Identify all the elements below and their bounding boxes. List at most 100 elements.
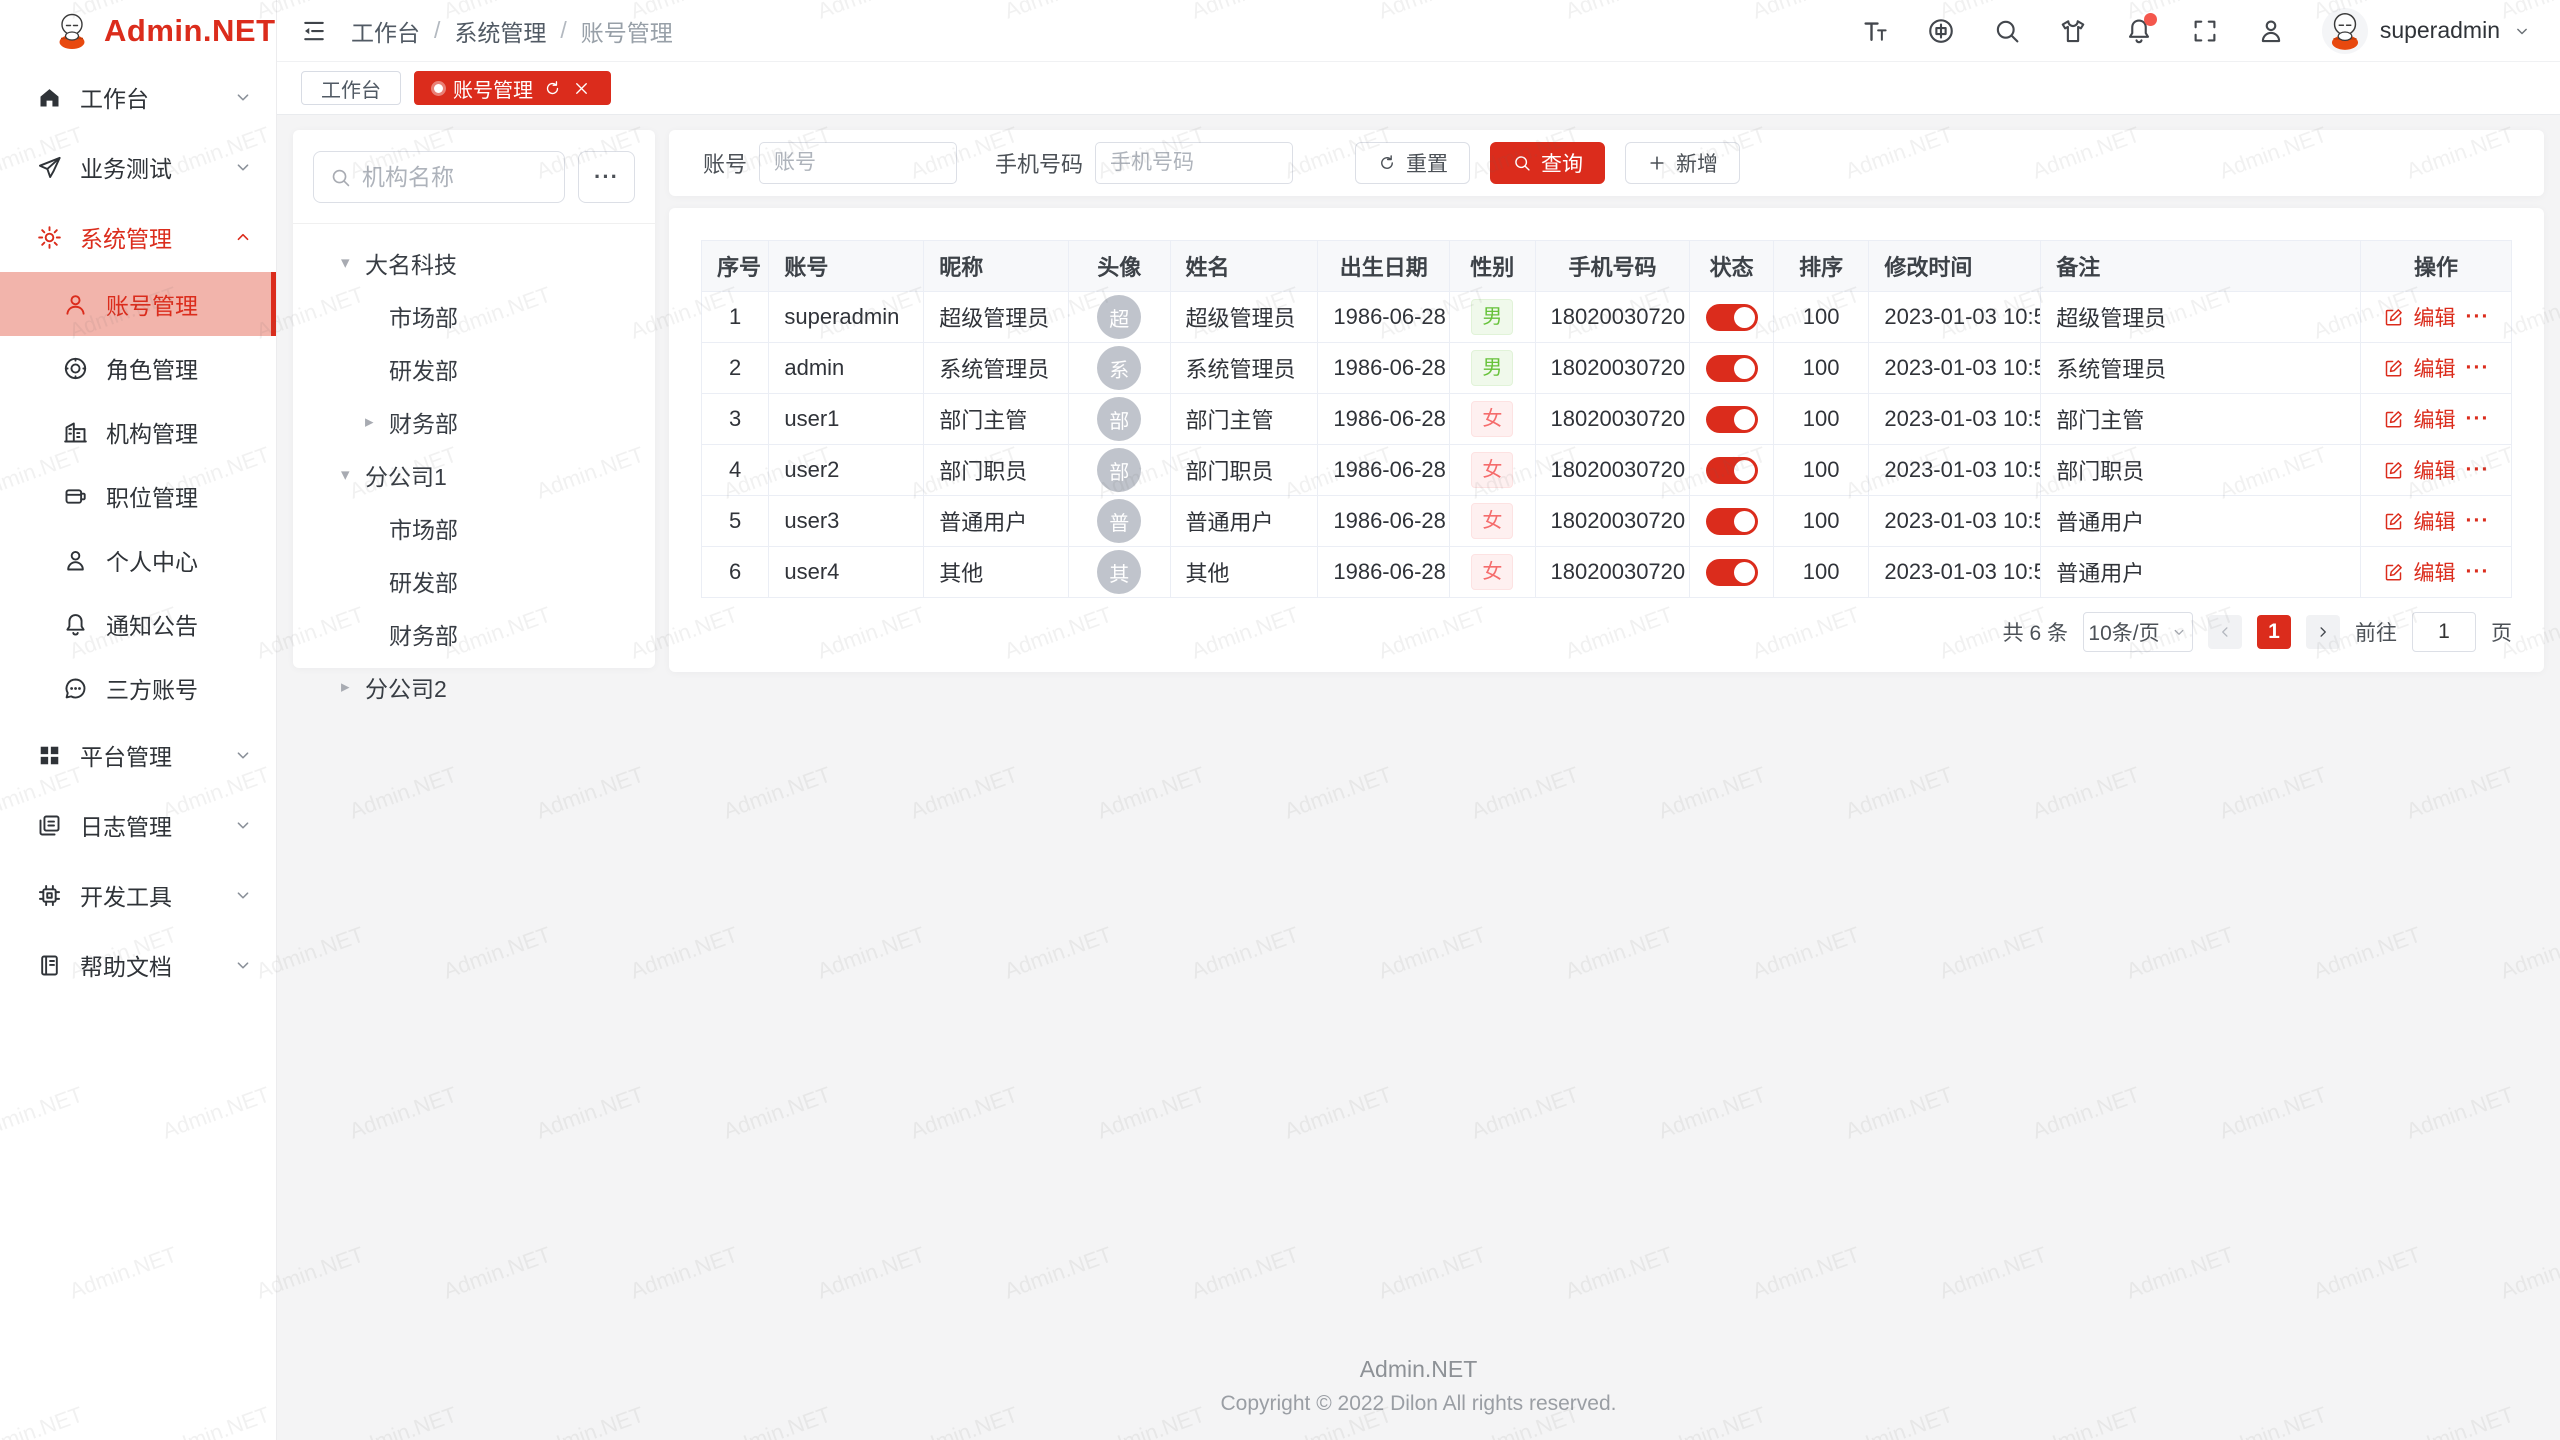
cell-order: 100 xyxy=(1773,445,1869,496)
sidebar-item-help[interactable]: 帮助文档 xyxy=(0,930,276,1000)
language-icon[interactable] xyxy=(1926,16,1956,46)
main-column: 工作台 / 系统管理 / 账号管理 superadmin xyxy=(277,0,2560,1440)
notification-bell-icon[interactable] xyxy=(2124,16,2154,46)
tree-node[interactable]: 市场部 xyxy=(313,289,635,342)
caret-down-icon[interactable]: ▾ xyxy=(341,253,365,273)
org-search-input[interactable] xyxy=(362,164,549,191)
tab-workbench[interactable]: 工作台 xyxy=(301,71,401,105)
edit-button[interactable]: 编辑 xyxy=(2414,302,2456,332)
theme-shirt-icon[interactable] xyxy=(2058,16,2088,46)
sidebar-item-platform[interactable]: 平台管理 xyxy=(0,720,276,790)
edit-button[interactable]: 编辑 xyxy=(2414,506,2456,536)
edit-icon[interactable] xyxy=(2383,511,2404,532)
tab-account-management[interactable]: 账号管理 xyxy=(414,71,611,105)
sidebar-item-logs[interactable]: 日志管理 xyxy=(0,790,276,860)
page-unit: 页 xyxy=(2491,617,2512,647)
edit-icon[interactable] xyxy=(2383,409,2404,430)
breadcrumb-item[interactable]: 工作台 xyxy=(351,14,420,48)
cell-avatar: 部 xyxy=(1069,394,1171,445)
cell-avatar: 超 xyxy=(1069,292,1171,343)
caret-right-icon[interactable]: ▸ xyxy=(341,677,365,697)
query-button[interactable]: 查询 xyxy=(1490,142,1605,184)
tree-more-button[interactable]: ··· xyxy=(578,151,635,203)
sidebar-item-position[interactable]: 职位管理 xyxy=(0,464,276,528)
edit-icon[interactable] xyxy=(2383,307,2404,328)
sidebar-item-workbench[interactable]: 工作台 xyxy=(0,62,276,132)
add-button[interactable]: 新增 xyxy=(1625,142,1740,184)
edit-icon[interactable] xyxy=(2383,460,2404,481)
tree-node[interactable]: ▾分公司1 xyxy=(313,448,635,501)
sidebar-item-business-test[interactable]: 业务测试 xyxy=(0,132,276,202)
sidebar-item-system[interactable]: 系统管理 xyxy=(0,202,276,272)
tree-node[interactable]: ▾大名科技 xyxy=(313,236,635,289)
sidebar-item-role[interactable]: 角色管理 xyxy=(0,336,276,400)
chevron-up-icon xyxy=(232,226,254,248)
edit-button[interactable]: 编辑 xyxy=(2414,455,2456,485)
status-toggle[interactable] xyxy=(1706,355,1758,382)
tree-node[interactable]: 研发部 xyxy=(313,342,635,395)
goto-page-input[interactable] xyxy=(2412,612,2476,652)
edit-icon[interactable] xyxy=(2383,562,2404,583)
sidebar-item-third-account[interactable]: 三方账号 xyxy=(0,656,276,720)
row-more-button[interactable]: ··· xyxy=(2466,407,2490,431)
sidebar-item-org[interactable]: 机构管理 xyxy=(0,400,276,464)
sidebar-item-notice[interactable]: 通知公告 xyxy=(0,592,276,656)
edit-button[interactable]: 编辑 xyxy=(2414,404,2456,434)
cell-gender: 女 xyxy=(1450,496,1535,547)
font-size-icon[interactable] xyxy=(1860,16,1890,46)
tree-node-label: 财务部 xyxy=(389,405,458,439)
breadcrumb-item[interactable]: 系统管理 xyxy=(454,14,546,48)
status-toggle[interactable] xyxy=(1706,508,1758,535)
tree-node[interactable]: 市场部 xyxy=(313,501,635,554)
search-icon[interactable] xyxy=(1992,16,2022,46)
gender-badge: 女 xyxy=(1471,401,1513,437)
avatar xyxy=(2322,8,2368,54)
collapse-sidebar-icon[interactable] xyxy=(299,16,329,46)
user-menu[interactable]: superadmin xyxy=(2322,8,2532,54)
cell-account: user2 xyxy=(769,445,924,496)
tab-close-icon[interactable] xyxy=(572,79,591,98)
row-more-button[interactable]: ··· xyxy=(2466,305,2490,329)
account-input[interactable] xyxy=(759,142,957,184)
sidebar-item-label: 个人中心 xyxy=(106,543,198,577)
status-toggle[interactable] xyxy=(1706,406,1758,433)
sidebar-menu: 工作台业务测试系统管理账号管理角色管理机构管理职位管理个人中心通知公告三方账号平… xyxy=(0,62,276,1440)
tab-refresh-icon[interactable] xyxy=(543,79,562,98)
phone-input[interactable] xyxy=(1095,142,1293,184)
tree-node[interactable]: ▸财务部 xyxy=(313,395,635,448)
next-page-button[interactable] xyxy=(2306,615,2340,649)
sidebar: Admin.NET 工作台业务测试系统管理账号管理角色管理机构管理职位管理个人中… xyxy=(0,0,277,1440)
status-toggle[interactable] xyxy=(1706,559,1758,586)
edit-button[interactable]: 编辑 xyxy=(2414,557,2456,587)
edit-icon[interactable] xyxy=(2383,358,2404,379)
tree-node-label: 大名科技 xyxy=(365,246,457,280)
cell-phone: 18020030720 xyxy=(1535,445,1690,496)
logo[interactable]: Admin.NET xyxy=(0,0,276,62)
row-more-button[interactable]: ··· xyxy=(2466,509,2490,533)
tree-node[interactable]: 财务部 xyxy=(313,607,635,660)
tree-node[interactable]: ▸分公司2 xyxy=(313,660,635,713)
row-more-button[interactable]: ··· xyxy=(2466,356,2490,380)
fullscreen-icon[interactable] xyxy=(2190,16,2220,46)
row-more-button[interactable]: ··· xyxy=(2466,560,2490,584)
edit-button[interactable]: 编辑 xyxy=(2414,353,2456,383)
page-1-button[interactable]: 1 xyxy=(2257,615,2291,649)
cell-seq: 5 xyxy=(702,496,769,547)
sidebar-item-profile[interactable]: 个人中心 xyxy=(0,528,276,592)
sidebar-item-label: 帮助文档 xyxy=(80,948,172,982)
status-toggle[interactable] xyxy=(1706,304,1758,331)
prev-page-button[interactable] xyxy=(2208,615,2242,649)
reset-button[interactable]: 重置 xyxy=(1355,142,1470,184)
caret-right-icon[interactable]: ▸ xyxy=(365,412,389,432)
row-more-button[interactable]: ··· xyxy=(2466,458,2490,482)
page-size-select[interactable]: 10条/页 xyxy=(2083,612,2193,652)
caret-down-icon[interactable]: ▾ xyxy=(341,465,365,485)
profile-person-icon[interactable] xyxy=(2256,16,2286,46)
sidebar-item-devtools[interactable]: 开发工具 xyxy=(0,860,276,930)
sidebar-item-account[interactable]: 账号管理 xyxy=(0,272,276,336)
table-row: 6user4其他其其他1986-06-28女180200307201002023… xyxy=(702,547,2512,598)
status-toggle[interactable] xyxy=(1706,457,1758,484)
tree-node[interactable]: 研发部 xyxy=(313,554,635,607)
book-icon xyxy=(36,952,63,979)
cell-phone: 18020030720 xyxy=(1535,292,1690,343)
